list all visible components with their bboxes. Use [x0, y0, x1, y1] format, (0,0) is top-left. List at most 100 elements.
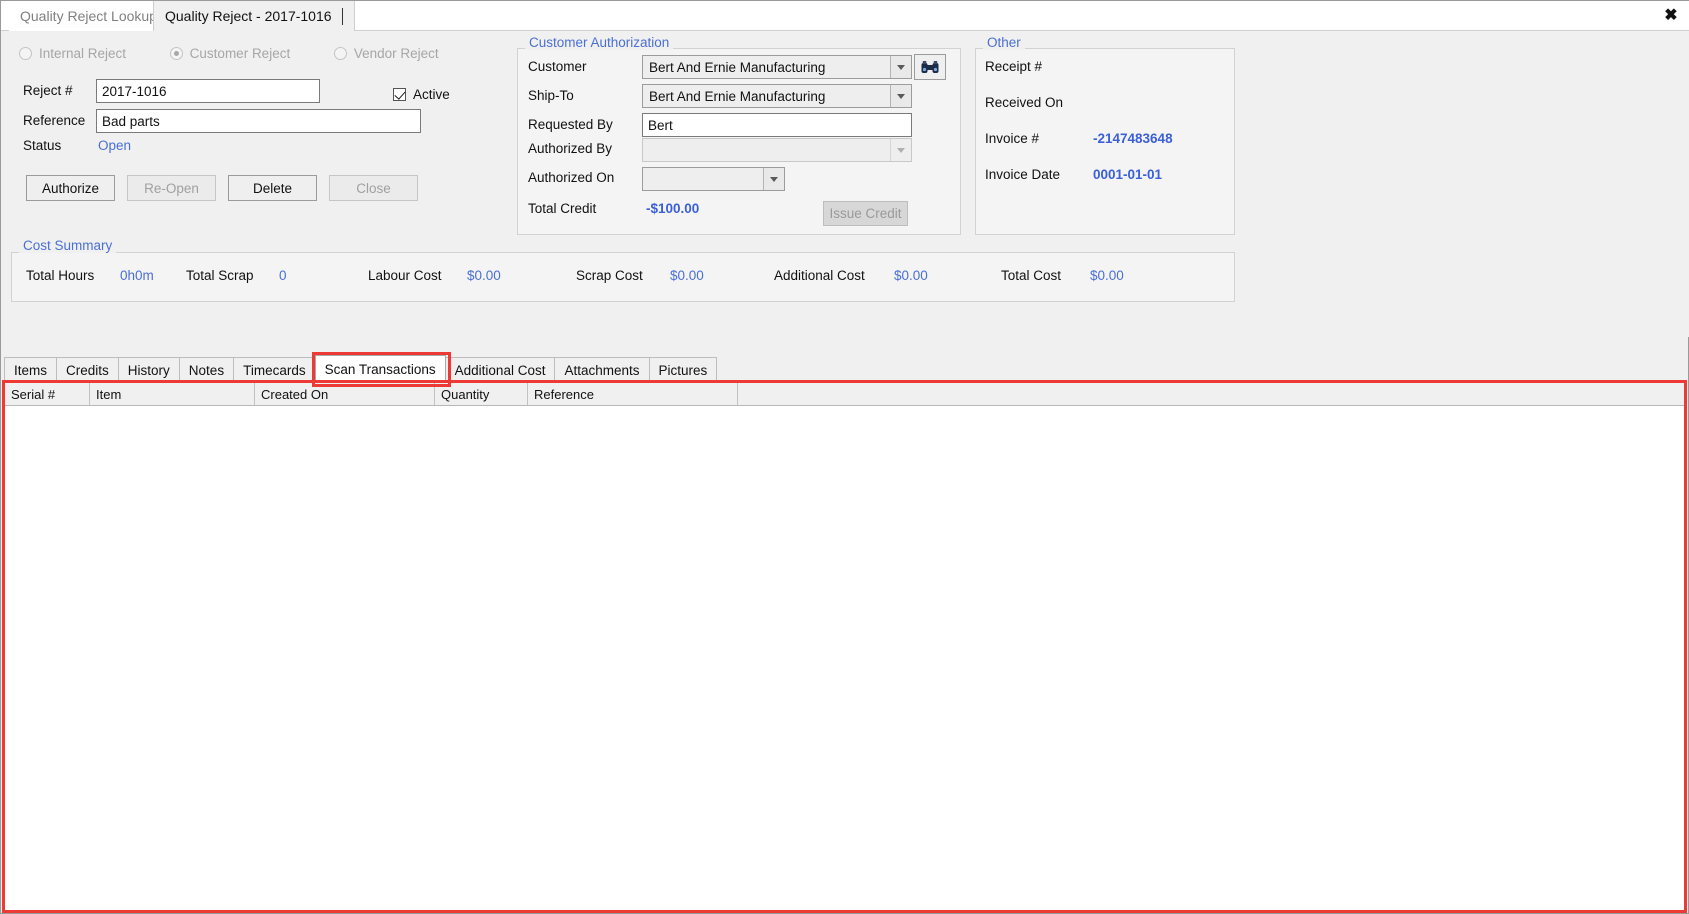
tab-additional-cost[interactable]: Additional Cost [444, 357, 556, 382]
tab-label: Scan Transactions [324, 361, 436, 377]
labour-cost-value: $0.00 [467, 268, 501, 283]
radio-label: Customer Reject [189, 46, 291, 61]
additional-cost-label: Additional Cost [774, 268, 865, 283]
tab-label: Attachments [564, 362, 640, 378]
checkbox-check-icon [393, 88, 406, 101]
shipto-combobox-value: Bert And Ernie Manufacturing [649, 88, 826, 104]
requested-by-input[interactable] [642, 113, 912, 137]
invoice-number-label: Invoice # [985, 131, 1040, 146]
radio-label: Internal Reject [39, 46, 127, 61]
close-button: Close [329, 175, 418, 201]
requested-by-label: Requested By [528, 117, 613, 132]
tab-label: Items [14, 362, 48, 378]
shipto-combobox[interactable]: Bert And Ernie Manufacturing [642, 84, 912, 108]
tab-label: Timecards [243, 362, 306, 378]
labour-cost-label: Labour Cost [368, 268, 442, 283]
delete-button[interactable]: Delete [228, 175, 317, 201]
active-checkbox-label: Active [413, 87, 450, 102]
scrap-cost-value: $0.00 [670, 268, 704, 283]
close-icon[interactable]: ✖ [1658, 3, 1684, 27]
tab-history[interactable]: History [117, 357, 180, 382]
grid-column-label: Reference [534, 386, 594, 402]
detail-tabstrip: Items Credits History Notes Timecards Sc… [4, 355, 718, 382]
total-hours-value: 0h0m [120, 268, 154, 283]
tab-items[interactable]: Items [4, 357, 58, 382]
invoice-date-label: Invoice Date [985, 167, 1061, 182]
window-tabstrip: Quality Reject Lookup Quality Reject - 2… [1, 1, 1689, 31]
radio-dot-icon [169, 47, 183, 60]
grid-column-serial-number[interactable]: Serial # [5, 383, 90, 405]
radio-dot-icon [333, 47, 347, 60]
grid-column-label: Quantity [441, 386, 490, 402]
grid-column-created-on[interactable]: Created On [255, 383, 435, 405]
authorized-on-datepicker[interactable] [642, 167, 785, 191]
grid-body-empty[interactable] [5, 406, 1686, 910]
customer-authorization-title: Customer Authorization [525, 35, 674, 50]
tab-attachments[interactable]: Attachments [554, 357, 650, 382]
window-tab-quality-reject-2017-1016[interactable]: Quality Reject - 2017-1016 [153, 1, 355, 31]
authorize-button[interactable]: Authorize [26, 175, 115, 201]
chevron-down-icon[interactable] [890, 56, 911, 78]
tab-credits[interactable]: Credits [56, 357, 119, 382]
quality-reject-window: Quality Reject Lookup Quality Reject - 2… [0, 0, 1689, 914]
tab-label: Pictures [658, 362, 708, 378]
total-cost-value: $0.00 [1090, 268, 1124, 283]
reject-type-radio-group: Internal Reject Customer Reject Vendor R… [19, 46, 479, 63]
radio-internal-reject[interactable]: Internal Reject [19, 46, 126, 61]
total-cost-label: Total Cost [1001, 268, 1062, 283]
chevron-down-icon[interactable] [890, 85, 911, 107]
scan-transactions-grid: Serial # Item Created On Quantity Refere… [4, 382, 1687, 911]
total-credit-label: Total Credit [528, 201, 597, 216]
window-tab-label: Quality Reject - 2017-1016 [165, 8, 332, 24]
invoice-date-value: 0001-01-01 [1093, 167, 1163, 182]
authorized-by-label: Authorized By [528, 141, 613, 156]
receipt-number-label: Receipt # [985, 59, 1043, 74]
authorized-by-combobox [642, 138, 912, 162]
grid-column-item[interactable]: Item [90, 383, 255, 405]
customer-combobox[interactable]: Bert And Ernie Manufacturing [642, 55, 912, 79]
customer-search-button[interactable] [914, 54, 946, 80]
tab-label: Credits [66, 362, 109, 378]
window-tab-quality-reject-lookup[interactable]: Quality Reject Lookup [9, 1, 168, 31]
issue-credit-button: Issue Credit [823, 201, 908, 226]
grid-column-reference[interactable]: Reference [528, 383, 738, 405]
reject-number-input[interactable] [96, 79, 320, 103]
tab-timecards[interactable]: Timecards [233, 357, 316, 382]
total-scrap-label: Total Scrap [186, 268, 254, 283]
active-checkbox[interactable]: Active [393, 87, 450, 102]
other-title: Other [983, 35, 1025, 50]
form-area: Internal Reject Customer Reject Vendor R… [1, 31, 1689, 337]
shipto-label: Ship-To [528, 88, 574, 103]
grid-column-quantity[interactable]: Quantity [435, 383, 528, 405]
tab-label: History [127, 362, 170, 378]
reopen-button: Re-Open [127, 175, 216, 201]
cost-summary-title: Cost Summary [19, 238, 117, 253]
radio-customer-reject[interactable]: Customer Reject [169, 46, 291, 61]
tab-scan-transactions[interactable]: Scan Transactions [314, 355, 446, 382]
chevron-down-icon[interactable] [763, 168, 784, 190]
tab-label: Notes [188, 362, 225, 378]
tab-notes[interactable]: Notes [178, 357, 235, 382]
tab-pictures[interactable]: Pictures [648, 357, 718, 382]
tab-label: Additional Cost [454, 362, 546, 378]
chevron-down-icon [890, 139, 911, 161]
binoculars-icon [921, 60, 939, 73]
reject-number-label: Reject # [23, 83, 73, 98]
total-hours-label: Total Hours [26, 268, 95, 283]
text-caret [341, 7, 343, 25]
grid-column-label: Created On [261, 386, 329, 402]
status-label: Status [23, 138, 62, 153]
radio-dot-icon [19, 47, 32, 60]
customer-label: Customer [528, 59, 587, 74]
grid-column-label: Serial # [11, 386, 56, 402]
total-credit-value: -$100.00 [646, 201, 700, 216]
received-on-label: Received On [985, 95, 1064, 110]
grid-header-row: Serial # Item Created On Quantity Refere… [5, 383, 1686, 406]
reference-label: Reference [23, 113, 86, 128]
window-tab-label: Quality Reject Lookup [20, 8, 157, 24]
radio-vendor-reject[interactable]: Vendor Reject [333, 46, 439, 61]
radio-label: Vendor Reject [353, 46, 439, 61]
status-value: Open [98, 138, 132, 153]
reference-input[interactable] [96, 109, 421, 133]
authorized-on-label: Authorized On [528, 170, 615, 185]
